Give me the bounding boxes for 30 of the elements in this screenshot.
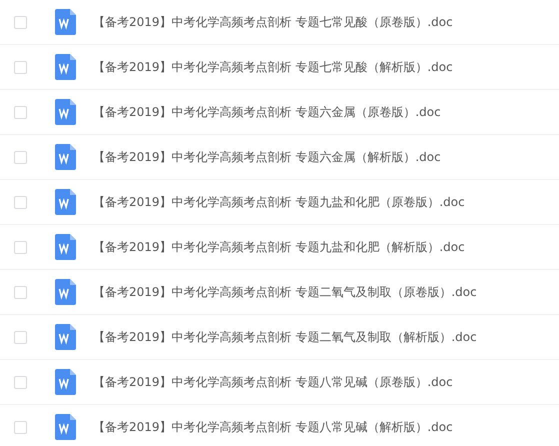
- checkbox[interactable]: [14, 286, 27, 298]
- word-document-icon: [55, 369, 76, 395]
- checkbox[interactable]: [14, 16, 27, 28]
- word-document-icon: [55, 414, 76, 440]
- checkbox[interactable]: [14, 330, 27, 344]
- file-name[interactable]: 【备考2019】中考化学高频考点剖析 专题二氧气及制取（解析版）.doc: [93, 328, 477, 346]
- file-name[interactable]: 【备考2019】中考化学高频考点剖析 专题九盐和化肥（解析版）.doc: [93, 238, 465, 256]
- checkbox[interactable]: [14, 240, 27, 254]
- checkbox[interactable]: [14, 150, 27, 164]
- checkbox[interactable]: [14, 106, 27, 118]
- file-name[interactable]: 【备考2019】中考化学高频考点剖析 专题九盐和化肥（原卷版）.doc: [93, 194, 465, 210]
- checkbox[interactable]: [14, 196, 27, 208]
- word-document-icon: [55, 9, 76, 35]
- file-name[interactable]: 【备考2019】中考化学高频考点剖析 专题六金属（解析版）.doc: [93, 148, 441, 166]
- word-document-icon: [55, 99, 76, 125]
- word-document-icon: [55, 279, 76, 305]
- checkbox[interactable]: [14, 60, 27, 74]
- file-name[interactable]: 【备考2019】中考化学高频考点剖析 专题二氧气及制取（原卷版）.doc: [93, 284, 477, 300]
- word-document-icon: [55, 324, 76, 350]
- word-document-icon: [55, 234, 76, 260]
- file-name[interactable]: 【备考2019】中考化学高频考点剖析 专题六金属（原卷版）.doc: [93, 104, 441, 120]
- file-name[interactable]: 【备考2019】中考化学高频考点剖析 专题八常见碱（解析版）.doc: [93, 418, 453, 436]
- file-name[interactable]: 【备考2019】中考化学高频考点剖析 专题八常见碱（原卷版）.doc: [93, 374, 453, 390]
- checkbox[interactable]: [14, 420, 27, 434]
- word-document-icon: [55, 54, 76, 80]
- file-name[interactable]: 【备考2019】中考化学高频考点剖析 专题七常见酸（原卷版）.doc: [93, 14, 453, 30]
- file-name[interactable]: 【备考2019】中考化学高频考点剖析 专题七常见酸（解析版）.doc: [93, 58, 453, 76]
- word-document-icon: [55, 144, 76, 170]
- word-document-icon: [55, 189, 76, 215]
- checkbox[interactable]: [14, 376, 27, 388]
